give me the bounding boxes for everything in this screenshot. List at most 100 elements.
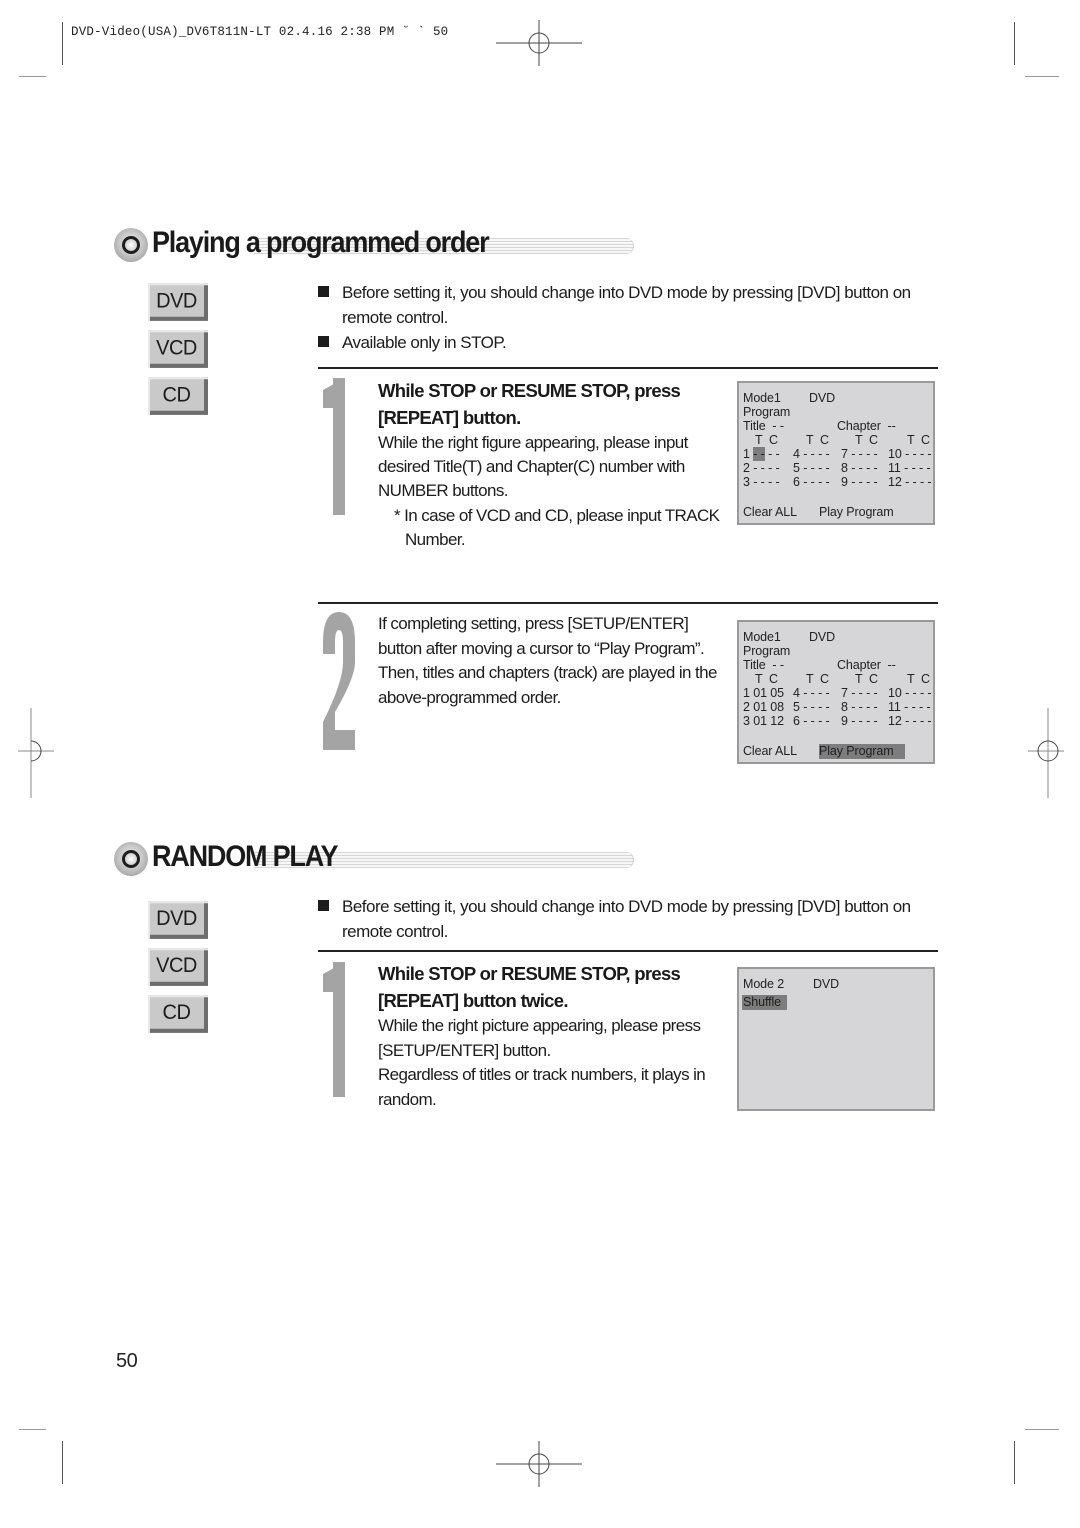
osd-slot[interactable]: 9 - - - - — [841, 475, 878, 490]
random-step1-body-line4: random. — [378, 1090, 437, 1109]
crosshair-registration-icon — [18, 708, 54, 798]
osd-play-program[interactable]: Play Program — [819, 505, 894, 520]
square-bullet-icon — [318, 286, 329, 297]
slot-number: 4 — [793, 447, 800, 461]
circle-bullet-icon — [114, 842, 148, 876]
square-bullet-icon — [318, 336, 329, 347]
osd-slot[interactable]: 3 01 12 — [743, 714, 784, 729]
osd-mode: Mode 2 — [743, 977, 785, 991]
osd-slot[interactable]: 7 - - - - — [841, 447, 878, 462]
slot-number: 3 — [743, 714, 750, 728]
mode-badge-cd: CD — [148, 377, 208, 415]
osd-slot[interactable]: 9 - - - - — [841, 714, 878, 729]
osd-title-label: Title - - — [743, 419, 784, 433]
osd-shuffle-option[interactable]: Shuffle — [742, 995, 787, 1010]
osd-cursor[interactable]: - - — [753, 447, 765, 461]
step1-title-line1: While STOP or RESUME STOP, press — [378, 380, 681, 401]
crop-mark-bottom-left-horizontal — [19, 1429, 46, 1430]
slot-number: 10 — [888, 686, 902, 700]
osd-mode: Mode1 — [743, 630, 781, 644]
section-title: Playing a programmed order — [152, 226, 490, 259]
slot-number: 8 — [841, 461, 848, 475]
osd-title-label: Title - - — [743, 658, 784, 672]
step-number-2 — [323, 612, 355, 750]
osd-slot[interactable]: 2 01 08 — [743, 700, 784, 715]
step1-note-line2: Number. — [405, 530, 466, 549]
osd-slot[interactable]: 4 - - - - — [793, 447, 830, 462]
slot-value: - - - - — [851, 475, 878, 489]
step1-body-line3: NUMBER buttons. — [378, 481, 508, 500]
step2-body-line4: above-programmed order. — [378, 688, 561, 707]
mode-badge-dvd: DVD — [148, 283, 208, 321]
random-step1-title-line1: While STOP or RESUME STOP, press — [378, 963, 681, 984]
osd-col-header: T C — [907, 672, 930, 686]
osd-program-screen-filled: Mode1 DVD Program Title - - Chapter -- T … — [737, 620, 935, 764]
osd-mode: Mode1 — [743, 391, 781, 405]
slot-number: 8 — [841, 700, 848, 714]
slot-number: 11 — [888, 461, 901, 475]
osd-col-header: T C — [855, 672, 878, 686]
osd-slot[interactable]: 1 01 05 — [743, 686, 784, 701]
slot-value: - - - - — [851, 461, 878, 475]
osd-program-label: Program — [743, 644, 791, 658]
osd-col-header: T C — [755, 433, 778, 447]
osd-slot[interactable]: 4 - - - - — [793, 686, 830, 701]
slot-number: 7 — [841, 686, 848, 700]
osd-play-program-selected[interactable]: Play Program — [819, 744, 905, 759]
step2-body-line3: Then, titles and chapters (track) are pl… — [378, 663, 717, 682]
osd-slot[interactable]: 6 - - - - — [793, 714, 830, 729]
step2-body-line2: button after moving a cursor to “Play Pr… — [378, 639, 705, 658]
crop-mark-bottom-right-vertical — [1014, 1441, 1015, 1484]
osd-slot[interactable]: 11 - - - - — [888, 461, 931, 476]
crop-mark-top-right-vertical — [1014, 22, 1015, 65]
divider — [318, 950, 938, 952]
slot-value: - - - - — [803, 700, 830, 714]
osd-slot[interactable]: 2 - - - - — [743, 461, 780, 476]
mode-badge-vcd: VCD — [148, 330, 208, 368]
divider — [318, 367, 938, 369]
osd-slot[interactable]: 1 - - - - — [743, 447, 780, 462]
crosshair-registration-icon — [1028, 708, 1064, 798]
osd-clear-all[interactable]: Clear ALL — [743, 744, 797, 759]
slot-number: 9 — [841, 714, 848, 728]
osd-slot[interactable]: 5 - - - - — [793, 700, 830, 715]
slot-value: - - - - — [803, 714, 830, 728]
crop-mark-top-left-vertical — [62, 22, 63, 65]
note-dvd-mode-line1: Before setting it, you should change int… — [342, 897, 911, 916]
mode-badge-cd: CD — [148, 995, 208, 1033]
osd-disc: DVD — [809, 630, 836, 644]
slot-value: 01 08 — [753, 700, 785, 714]
osd-chapter-label: Chapter -- — [837, 658, 896, 672]
slot-value: - - - - — [905, 686, 932, 700]
slot-value: 01 05 — [753, 686, 785, 700]
slot-number: 11 — [888, 700, 901, 714]
slot-value: - - - - — [851, 447, 878, 461]
osd-slot[interactable]: 12 - - - - — [888, 475, 932, 490]
osd-slot[interactable]: 6 - - - - — [793, 475, 830, 490]
osd-slot[interactable]: 5 - - - - — [793, 461, 830, 476]
step1-title-line2: [REPEAT] button. — [378, 407, 521, 428]
mode-badge-dvd: DVD — [148, 901, 208, 939]
note-stop-only: Available only in STOP. — [342, 333, 507, 352]
osd-slot[interactable]: 3 - - - - — [743, 475, 780, 490]
slot-value: - - - - — [803, 475, 830, 489]
osd-slot[interactable]: 8 - - - - — [841, 461, 878, 476]
slot-value: - - - - — [904, 700, 931, 714]
slot-value: - - - - — [905, 714, 932, 728]
osd-slot[interactable]: 7 - - - - — [841, 686, 878, 701]
slot-number: 7 — [841, 447, 848, 461]
osd-slot[interactable]: 10 - - - - — [888, 447, 932, 462]
osd-slot[interactable]: 12 - - - - — [888, 714, 932, 729]
crosshair-registration-icon — [496, 1441, 582, 1487]
osd-slot[interactable]: 10 - - - - — [888, 686, 932, 701]
slot-number: 10 — [888, 447, 902, 461]
osd-col-header: T C — [855, 433, 878, 447]
osd-slot[interactable]: 11 - - - - — [888, 700, 931, 715]
slot-value: - - — [764, 447, 780, 461]
crosshair-registration-icon — [496, 20, 582, 66]
note-dvd-mode-line2: remote control. — [342, 922, 448, 941]
slot-value: - - - - — [753, 461, 780, 475]
slot-value: - - - - — [851, 686, 878, 700]
osd-clear-all[interactable]: Clear ALL — [743, 505, 797, 520]
osd-slot[interactable]: 8 - - - - — [841, 700, 878, 715]
